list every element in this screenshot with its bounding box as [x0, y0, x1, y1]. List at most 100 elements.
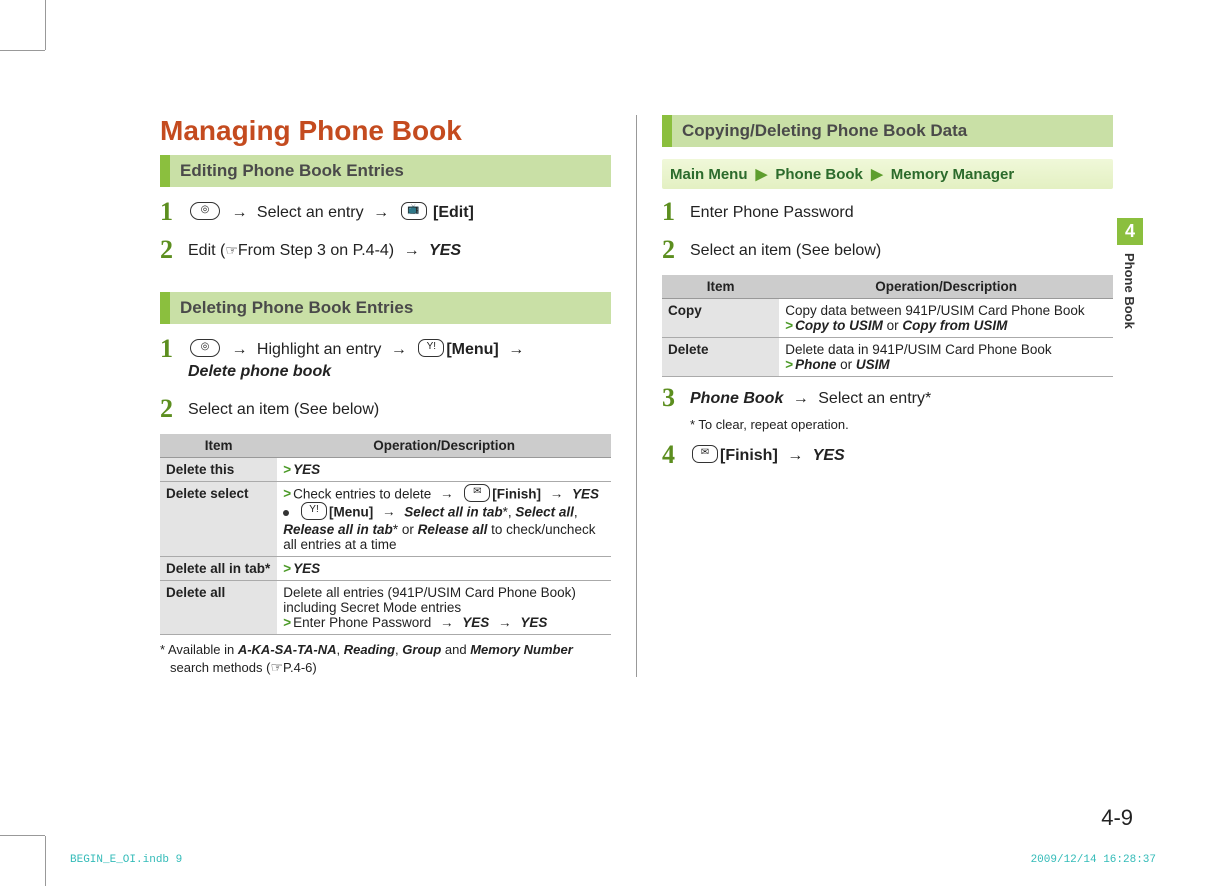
- desc: Delete data in 941P/USIM Card Phone Book: [785, 342, 1051, 357]
- text: From Step 3 on P.4-4): [238, 242, 394, 259]
- main-title: Managing Phone Book: [160, 115, 611, 147]
- term: A-KA-SA-TA-NA: [238, 642, 337, 657]
- arrow-icon: →: [386, 341, 412, 358]
- table-header-op: Operation/Description: [779, 275, 1113, 299]
- text: Select an entry*: [818, 390, 931, 407]
- arrow-icon: →: [226, 204, 252, 221]
- item-cell: Copy: [662, 299, 779, 338]
- action: Delete phone book: [188, 363, 331, 380]
- crumb: Main Menu: [670, 166, 748, 183]
- arrow-icon: →: [545, 486, 569, 501]
- opt: Copy from USIM: [902, 318, 1007, 333]
- crumb: Memory Manager: [891, 166, 1014, 183]
- text: Enter Phone Password: [690, 199, 854, 224]
- step-number: 2: [160, 237, 178, 263]
- step-number: 2: [160, 396, 178, 422]
- bullet-icon: [283, 510, 289, 516]
- opt: Select all in tab: [404, 504, 502, 519]
- gt-icon: >: [283, 561, 293, 576]
- table-row: Delete all in tab* >YES: [160, 556, 611, 580]
- action-yes: YES: [813, 447, 845, 464]
- table-row: Delete all Delete all entries (941P/USIM…: [160, 580, 611, 634]
- op: YES: [293, 561, 320, 576]
- desc: Copy data between 941P/USIM Card Phone B…: [785, 303, 1084, 318]
- step-number: 1: [160, 336, 178, 362]
- tv-key-icon: 📺: [401, 202, 427, 220]
- page: Managing Phone Book Editing Phone Book E…: [0, 0, 1228, 886]
- gt-icon: >: [785, 357, 795, 372]
- gt-icon: >: [283, 462, 293, 477]
- arrow-icon: →: [782, 447, 808, 464]
- action-yes: YES: [520, 615, 547, 630]
- copying-step-1: 1 Enter Phone Password: [662, 199, 1113, 225]
- arrow-icon: →: [435, 615, 459, 630]
- arrow-icon: →: [435, 486, 459, 501]
- text: * Available in: [160, 642, 238, 657]
- text: P.4-6): [283, 660, 317, 675]
- chevron-icon: ▶: [752, 166, 772, 183]
- step-number: 1: [662, 199, 680, 225]
- footer-filename: BEGIN_E_OI.indb 9: [70, 854, 182, 866]
- step-number: 2: [662, 237, 680, 263]
- deleting-step-1: 1 ◎ → Highlight an entry → Y![Menu] → De…: [160, 336, 611, 384]
- action-yes: YES: [429, 242, 461, 259]
- label: [Menu]: [446, 341, 498, 358]
- desc: Delete all entries (941P/USIM Card Phone…: [283, 585, 576, 615]
- opt: Release all: [418, 522, 488, 537]
- text: or: [836, 357, 856, 372]
- item-cell: Delete all in tab*: [160, 556, 277, 580]
- arrow-icon: →: [368, 204, 394, 221]
- text: Select an entry: [257, 204, 364, 221]
- item-cell: Delete: [662, 338, 779, 377]
- deleting-step-2: 2 Select an item (See below): [160, 396, 611, 422]
- step-number: 4: [662, 442, 680, 468]
- copying-step-4: 4 ✉[Finish] → YES: [662, 442, 1113, 468]
- opt: Select all: [515, 504, 574, 519]
- opt: Phone: [795, 357, 836, 372]
- text: Select an item (See below): [188, 396, 379, 421]
- opt: USIM: [856, 357, 890, 372]
- action: Phone Book: [690, 390, 783, 407]
- copy-delete-table: Item Operation/Description Copy Copy dat…: [662, 275, 1113, 377]
- delete-options-table: Item Operation/Description Delete this >…: [160, 434, 611, 635]
- opt: Copy to USIM: [795, 318, 883, 333]
- table-header-op: Operation/Description: [277, 434, 611, 458]
- breadcrumb: Main Menu ▶ Phone Book ▶ Memory Manager: [662, 159, 1113, 189]
- table-row: Copy Copy data between 941P/USIM Card Ph…: [662, 299, 1113, 338]
- mail-key-icon: ✉: [692, 445, 718, 463]
- table-row: Delete Delete data in 941P/USIM Card Pho…: [662, 338, 1113, 377]
- term: Memory Number: [470, 642, 573, 657]
- footer-timestamp: 2009/12/14 16:28:37: [1031, 854, 1156, 866]
- y-key-icon: Y!: [301, 502, 327, 520]
- nav-key-icon: ◎: [190, 339, 220, 357]
- hand-icon: [225, 242, 238, 259]
- chapter-label: Phone Book: [1117, 245, 1142, 337]
- heading-copying: Copying/Deleting Phone Book Data: [662, 115, 1113, 147]
- editing-step-2: 2 Edit (From Step 3 on P.4-4) → YES: [160, 237, 611, 263]
- table-row: Delete this >YES: [160, 457, 611, 481]
- term: Reading: [344, 642, 395, 657]
- arrow-icon: →: [493, 615, 517, 630]
- term: Group: [402, 642, 441, 657]
- gt-icon: >: [283, 486, 293, 501]
- chevron-icon: ▶: [867, 166, 887, 183]
- item-cell: Delete this: [160, 457, 277, 481]
- label: [Edit]: [433, 204, 474, 221]
- table-header-item: Item: [662, 275, 779, 299]
- text: Enter Phone Password: [293, 615, 431, 630]
- item-cell: Delete all: [160, 580, 277, 634]
- page-number: 4-9: [1101, 805, 1133, 831]
- step-number: 3: [662, 385, 680, 411]
- text: Highlight an entry: [257, 341, 382, 358]
- label: [Menu]: [329, 504, 373, 519]
- gt-icon: >: [785, 318, 795, 333]
- item-cell: Delete select: [160, 481, 277, 556]
- mail-key-icon: ✉: [464, 484, 490, 502]
- op: YES: [293, 462, 320, 477]
- label: [Finish]: [720, 447, 778, 464]
- arrow-icon: →: [503, 341, 529, 358]
- editing-step-1: 1 ◎ → Select an entry → 📺 [Edit]: [160, 199, 611, 225]
- copying-step-3: 3 Phone Book → Select an entry*: [662, 385, 1113, 411]
- y-key-icon: Y!: [418, 339, 444, 357]
- table-row: Delete select >Check entries to delete →…: [160, 481, 611, 556]
